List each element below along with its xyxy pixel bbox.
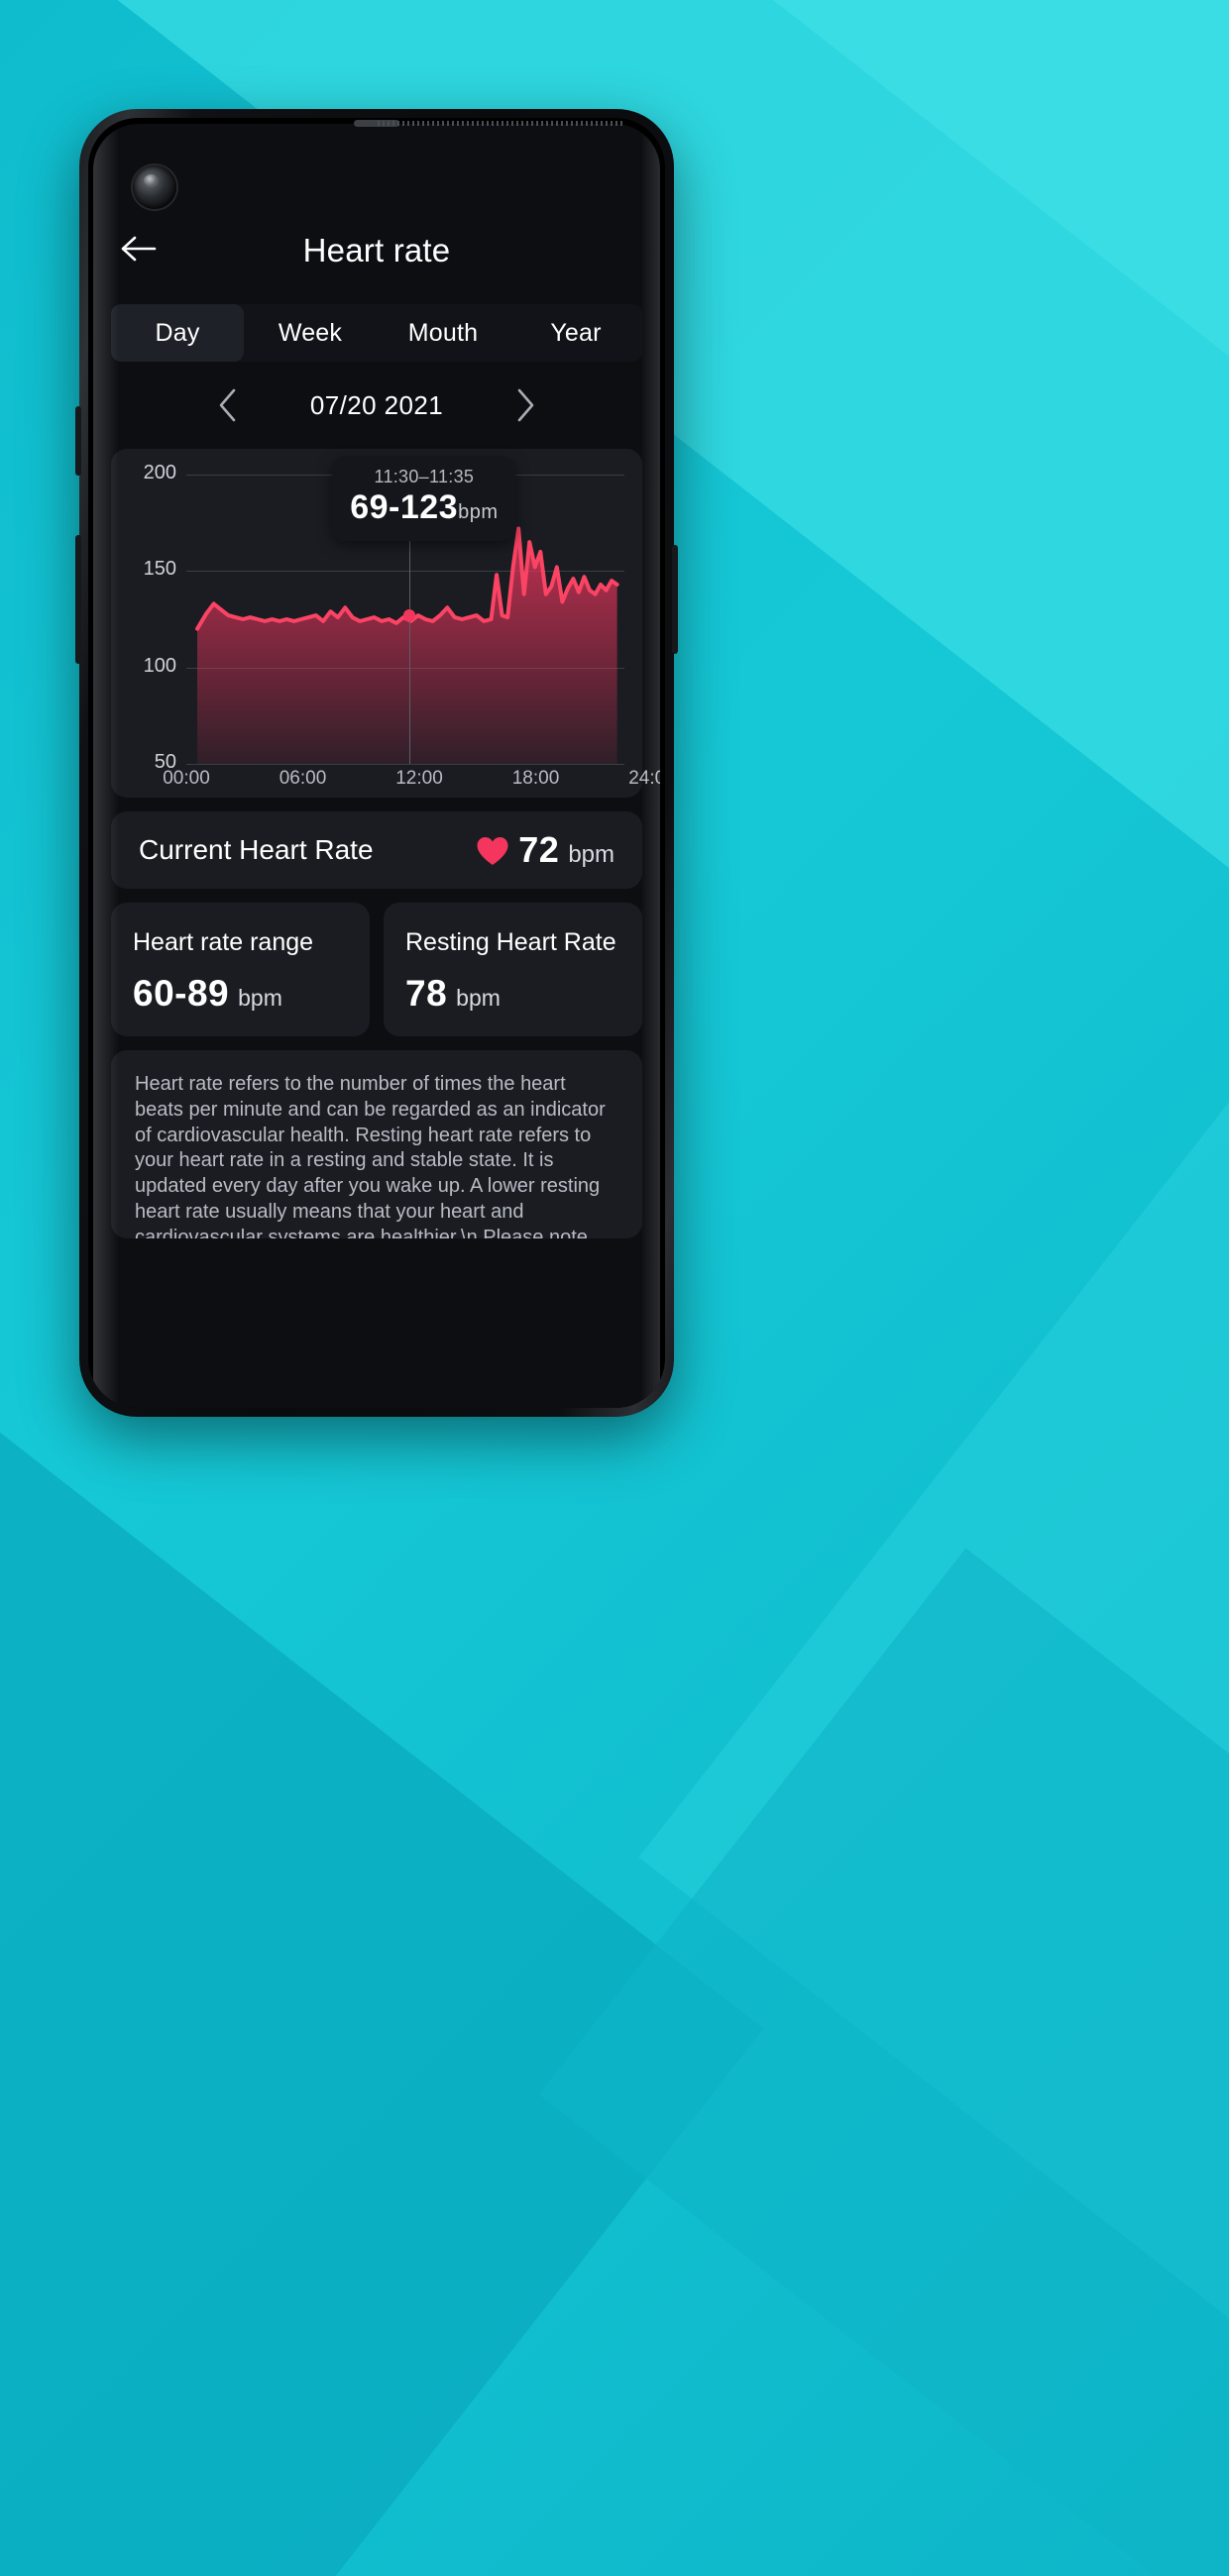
resting-heart-rate-value: 78 [405, 973, 448, 1014]
tab-year-label: Year [550, 318, 602, 347]
phone-inner-frame: Heart rate Day Week Mouth Year 07/20 202… [88, 118, 665, 1408]
next-day-button[interactable] [491, 362, 560, 449]
x-axis-label: 24:00 [628, 768, 660, 789]
front-camera [133, 165, 176, 209]
back-button[interactable] [117, 227, 161, 270]
current-heart-rate-value: 72 [518, 829, 560, 870]
y-axis-label: 200 [143, 462, 176, 483]
tab-week[interactable]: Week [244, 304, 377, 362]
chart-tooltip: 11:30–11:35 69-123bpm [332, 457, 516, 541]
description-text: Heart rate refers to the number of times… [135, 1073, 606, 1238]
stat-cards-row: Heart rate range 60-89 bpm Resting Heart… [111, 903, 642, 1036]
heart-rate-range-label: Heart rate range [133, 928, 314, 956]
chart-area: 200 150 100 50 11:30–11:35 69-123bpm 00:… [111, 449, 660, 798]
background-band [538, 1548, 1229, 2576]
heart-icon [477, 837, 508, 865]
current-heart-rate-card[interactable]: Current Heart Rate 72 bpm [111, 811, 642, 889]
x-axis-label: 12:00 [395, 768, 443, 789]
heart-rate-range-value: 60-89 [133, 973, 230, 1014]
heart-rate-range-value-group: 60-89 bpm [133, 973, 348, 1015]
chevron-right-icon [517, 388, 534, 422]
grid-line [186, 764, 624, 765]
date-navigator: 07/20 2021 [111, 362, 642, 449]
tab-day-label: Day [155, 318, 200, 347]
heart-rate-app: Heart rate Day Week Mouth Year 07/20 202… [93, 124, 660, 1408]
resting-heart-rate-label: Resting Heart Rate [405, 928, 616, 956]
phone-screen: Heart rate Day Week Mouth Year 07/20 202… [93, 124, 660, 1408]
previous-day-button[interactable] [193, 362, 263, 449]
tab-year[interactable]: Year [509, 304, 642, 362]
tab-day[interactable]: Day [111, 304, 244, 362]
y-axis-label: 150 [143, 558, 176, 581]
resting-heart-rate-card[interactable]: Resting Heart Rate 78 bpm [384, 903, 642, 1036]
tooltip-unit: bpm [458, 501, 499, 523]
speaker-grill [378, 121, 625, 126]
phone-mockup: Heart rate Day Week Mouth Year 07/20 202… [75, 109, 678, 1417]
x-axis-label: 00:00 [163, 768, 210, 789]
resting-heart-rate-unit: bpm [456, 985, 501, 1011]
chevron-left-icon [219, 388, 236, 422]
phone-power-button [672, 545, 678, 654]
tab-week-label: Week [278, 318, 343, 347]
y-axis-label: 100 [143, 654, 176, 677]
tooltip-value: 69-123bpm [350, 488, 498, 527]
description-card: Heart rate refers to the number of times… [111, 1050, 642, 1238]
tooltip-value-number: 69-123 [350, 488, 459, 526]
resting-heart-rate-value-group: 78 bpm [405, 973, 620, 1015]
x-axis-label: 06:00 [279, 768, 327, 789]
current-heart-rate-label: Current Heart Rate [139, 834, 374, 865]
heart-rate-range-card[interactable]: Heart rate range 60-89 bpm [111, 903, 370, 1036]
page-title: Heart rate [302, 232, 451, 268]
current-heart-rate-unit: bpm [568, 841, 614, 868]
heart-rate-range-unit: bpm [238, 985, 282, 1011]
title-bar: Heart rate [93, 203, 660, 298]
phone-side-button [75, 406, 81, 476]
arrow-left-icon [121, 236, 157, 262]
chart-cursor-dot [403, 609, 416, 622]
heart-rate-chart-card[interactable]: 200 150 100 50 11:30–11:35 69-123bpm 00:… [111, 449, 660, 798]
tab-mouth[interactable]: Mouth [377, 304, 509, 362]
phone-volume-button [75, 535, 81, 664]
current-date-label: 07/20 2021 [309, 389, 444, 420]
period-tab-bar: Day Week Mouth Year [111, 304, 642, 362]
tooltip-time-range: 11:30–11:35 [374, 467, 475, 486]
current-heart-rate-value-group: 72 bpm [476, 829, 614, 871]
x-axis-label: 18:00 [511, 768, 560, 789]
tab-mouth-label: Mouth [407, 318, 479, 347]
